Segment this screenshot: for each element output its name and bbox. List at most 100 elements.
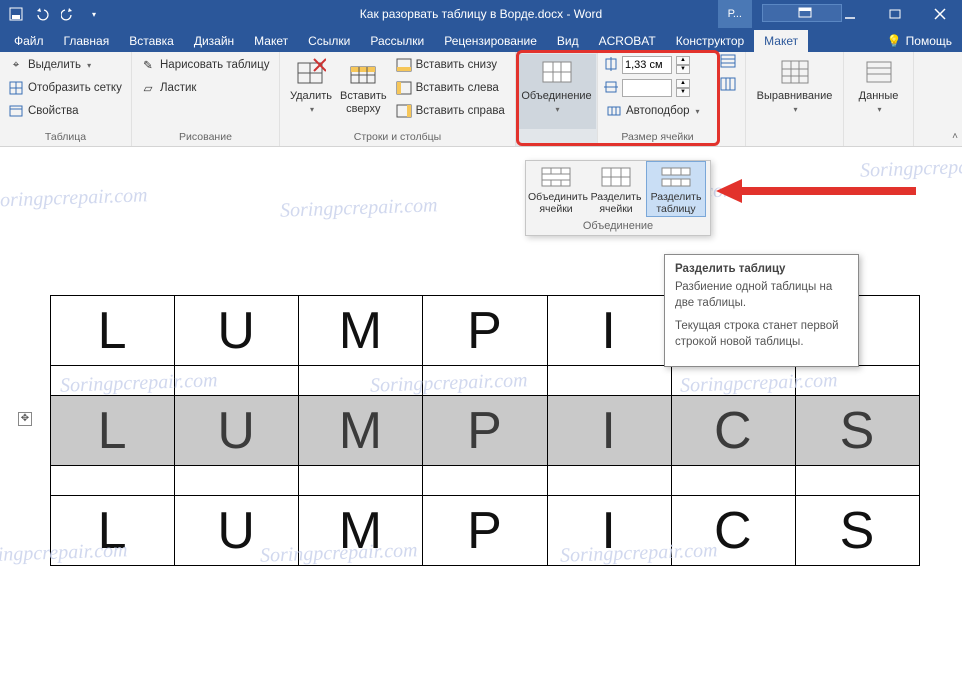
row-height-input[interactable]: [622, 56, 672, 74]
select-label: Выделить: [28, 59, 81, 71]
split-cells-label: Разделить ячейки: [591, 191, 642, 215]
eraser-icon: ▱: [140, 80, 156, 96]
insert-above-button[interactable]: Вставить сверху: [336, 54, 391, 129]
insert-left-icon: [396, 80, 412, 96]
table-cell[interactable]: I: [547, 396, 671, 466]
tab-references[interactable]: Ссылки: [298, 30, 360, 52]
redo-icon[interactable]: [60, 6, 76, 22]
properties-button[interactable]: Свойства: [6, 100, 124, 122]
insert-left-label: Вставить слева: [416, 82, 499, 94]
maximize-button[interactable]: [872, 0, 917, 28]
delete-label: Удалить: [290, 90, 332, 103]
insert-below-button[interactable]: Вставить снизу: [394, 54, 507, 76]
table-cell[interactable]: M: [299, 296, 423, 366]
table-cell[interactable]: L: [51, 496, 175, 566]
merge-dropdown-button[interactable]: Объединение: [517, 54, 595, 129]
properties-label: Свойства: [28, 105, 79, 117]
table-cell[interactable]: U: [175, 296, 299, 366]
table-row: L U M P I C S: [51, 496, 920, 566]
distribute-rows-icon[interactable]: [720, 54, 736, 76]
col-width-input[interactable]: [622, 79, 672, 97]
select-button[interactable]: ⌖ Выделить: [6, 54, 124, 76]
insert-above-icon: [347, 56, 379, 88]
insert-right-button[interactable]: Вставить справа: [394, 100, 507, 122]
document-area[interactable]: ✥ L U M P I C L U M P I C S: [0, 147, 962, 678]
table-cell[interactable]: M: [299, 396, 423, 466]
spin-up[interactable]: ▲: [676, 56, 690, 65]
spin-up[interactable]: ▲: [676, 79, 690, 88]
table-cell[interactable]: L: [51, 296, 175, 366]
insert-above-label: Вставить сверху: [340, 90, 387, 116]
table-cell[interactable]: P: [423, 296, 547, 366]
autofit-icon: [606, 103, 622, 119]
group-label-table: Таблица: [6, 129, 125, 146]
table-row: [51, 466, 920, 496]
tab-design[interactable]: Дизайн: [184, 30, 244, 52]
spin-down[interactable]: ▼: [676, 88, 690, 97]
data-icon: [863, 56, 895, 88]
window-title: Как разорвать таблицу в Ворде.docx - Wor…: [360, 7, 602, 21]
table-cell[interactable]: P: [423, 496, 547, 566]
ribbon-options-icon[interactable]: [782, 0, 827, 28]
close-button[interactable]: [917, 0, 962, 28]
gridlines-label: Отобразить сетку: [28, 82, 122, 94]
table-cell[interactable]: M: [299, 496, 423, 566]
tab-acrobat[interactable]: ACROBAT: [589, 30, 666, 52]
table-cell[interactable]: S: [795, 396, 919, 466]
insert-below-label: Вставить снизу: [416, 59, 497, 71]
width-icon: [604, 80, 618, 97]
delete-button[interactable]: Удалить: [286, 54, 336, 129]
table-cell[interactable]: C: [671, 396, 795, 466]
annotation-arrow: [716, 176, 916, 206]
draw-table-button[interactable]: ✎Нарисовать таблицу: [138, 54, 271, 76]
eraser-button[interactable]: ▱ Ластик: [138, 77, 271, 99]
collapse-ribbon-icon[interactable]: ˄: [952, 131, 958, 142]
tab-file[interactable]: Файл: [4, 30, 54, 52]
table-cell[interactable]: L: [51, 396, 175, 466]
split-table-button[interactable]: Разделить таблицу: [646, 161, 706, 217]
tab-table-design[interactable]: Конструктор: [666, 30, 754, 52]
table-cell[interactable]: S: [795, 496, 919, 566]
table-cell[interactable]: U: [175, 496, 299, 566]
alignment-button[interactable]: Выравнивание: [753, 54, 837, 129]
tab-review[interactable]: Рецензирование: [434, 30, 547, 52]
tab-home[interactable]: Главная: [54, 30, 120, 52]
insert-left-button[interactable]: Вставить слева: [394, 77, 507, 99]
spin-down[interactable]: ▼: [676, 65, 690, 74]
insert-below-icon: [396, 57, 412, 73]
distribute-cols-icon[interactable]: [720, 77, 736, 99]
table-cell[interactable]: C: [671, 496, 795, 566]
col-width-control[interactable]: ▲▼: [604, 77, 702, 99]
qat-customize-icon[interactable]: ▾: [86, 6, 102, 22]
split-cells-button[interactable]: Разделить ячейки: [586, 161, 646, 217]
tab-table-layout[interactable]: Макет: [754, 30, 808, 52]
tab-insert[interactable]: Вставка: [119, 30, 184, 52]
insert-right-icon: [396, 103, 412, 119]
pencil-table-icon: ✎: [140, 57, 156, 73]
table-row: [51, 366, 920, 396]
alignment-label: Выравнивание: [757, 90, 833, 103]
undo-icon[interactable]: [34, 6, 50, 22]
data-button[interactable]: Данные: [855, 54, 903, 129]
tab-mailings[interactable]: Рассылки: [360, 30, 434, 52]
tab-view[interactable]: Вид: [547, 30, 589, 52]
merge-cells-button[interactable]: Объединить ячейки: [526, 161, 586, 217]
eraser-label: Ластик: [160, 82, 196, 94]
table-cell[interactable]: U: [175, 396, 299, 466]
tooltip-split-table: Разделить таблицу Разбиение одной таблиц…: [664, 254, 859, 367]
alignment-icon: [779, 56, 811, 88]
table-cell[interactable]: I: [547, 296, 671, 366]
view-gridlines-button[interactable]: Отобразить сетку: [6, 77, 124, 99]
cursor-icon: ⌖: [8, 57, 24, 73]
split-table-label: Разделить таблицу: [651, 191, 702, 215]
ribbon: ⌖ Выделить Отобразить сетку Свойства Табл…: [0, 52, 962, 147]
autofit-button[interactable]: Автоподбор: [604, 100, 702, 122]
help-button[interactable]: 💡 Помощь: [877, 30, 962, 52]
minimize-button[interactable]: [827, 0, 872, 28]
save-icon[interactable]: [8, 6, 24, 22]
tab-layout[interactable]: Макет: [244, 30, 298, 52]
table-cell[interactable]: P: [423, 396, 547, 466]
table-cell[interactable]: I: [547, 496, 671, 566]
row-height-control[interactable]: ▲▼: [604, 54, 702, 76]
split-table-icon: [660, 165, 692, 189]
